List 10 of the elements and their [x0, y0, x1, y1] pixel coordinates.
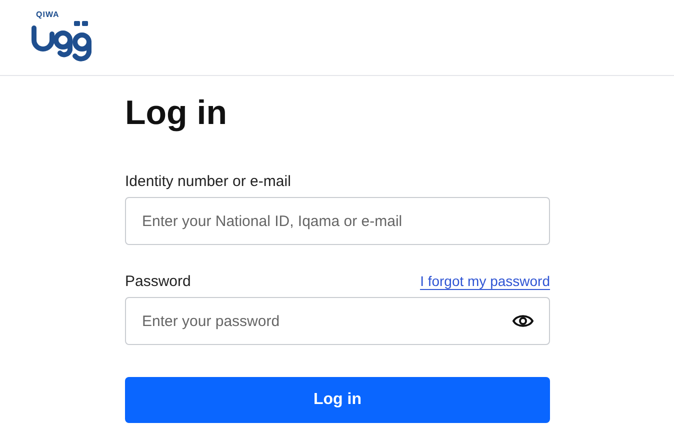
eye-icon[interactable]: [512, 313, 534, 329]
field-label: Identity number or e-mail: [125, 173, 291, 190]
logo-text: QIWA: [36, 10, 60, 19]
login-button[interactable]: Log in: [125, 377, 550, 423]
logo-icon: [30, 20, 92, 62]
field-label: Password: [125, 273, 191, 290]
input-field[interactable]: Enter your National ID, Iqama or e-mail: [125, 197, 550, 245]
forgot-password-link[interactable]: I forgot my password: [420, 273, 550, 290]
password-field[interactable]: Enter your password: [125, 297, 550, 345]
page-title: Log in: [125, 94, 228, 134]
